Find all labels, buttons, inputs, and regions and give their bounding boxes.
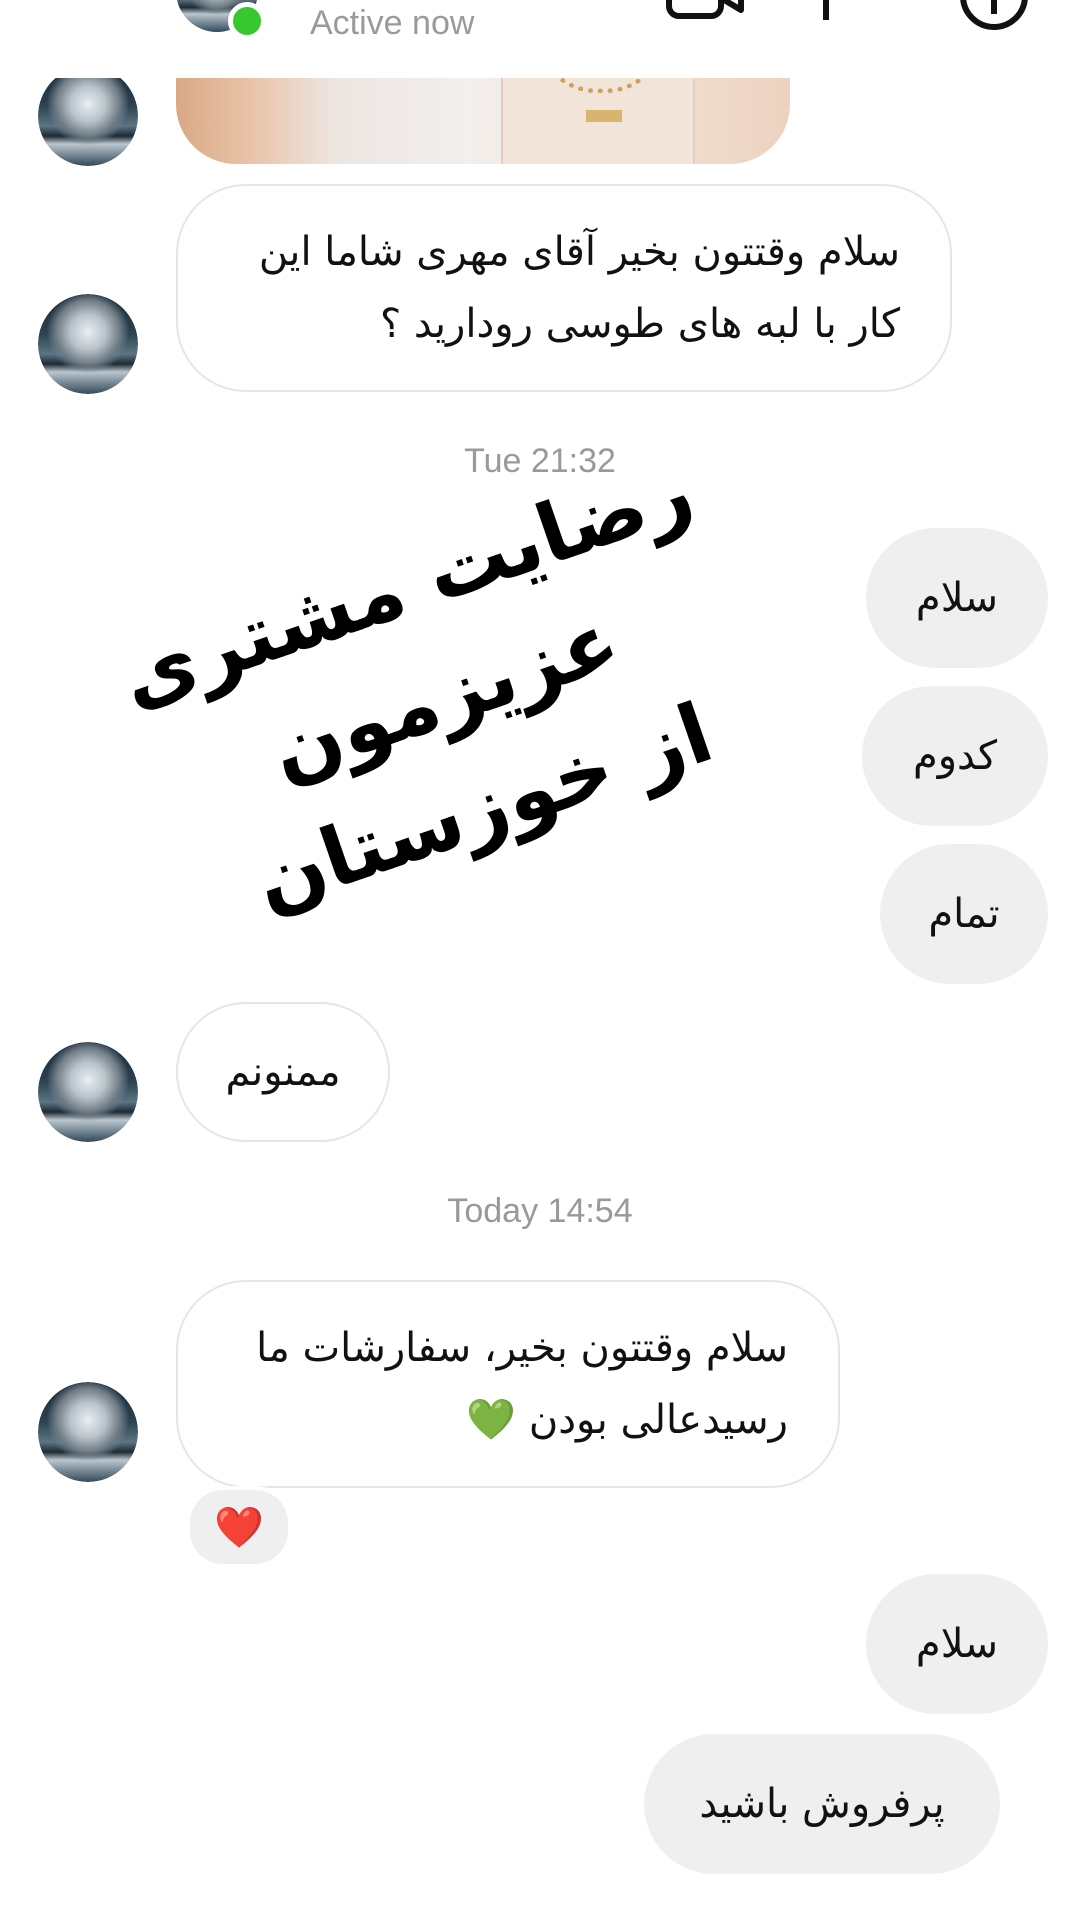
heart-icon: ❤️ [214,1504,264,1551]
back-arrow-icon[interactable] [30,0,120,20]
outgoing-message[interactable]: سلام [866,528,1048,668]
sender-avatar[interactable] [38,294,138,394]
avatar-image [38,1382,138,1482]
incoming-message[interactable]: سلام وقتتون بخیر آقای مهری شاما این کار … [176,184,952,392]
chat-header: Active now [0,0,1080,78]
timestamp: Tue 21:32 [464,442,616,480]
active-status: Active now [310,4,475,42]
contact-avatar[interactable] [176,0,266,40]
sender-avatar[interactable] [38,1382,138,1482]
sender-avatar[interactable] [38,66,138,166]
online-indicator [228,2,266,40]
video-call-icon[interactable] [665,0,745,24]
flag-icon[interactable] [820,0,880,24]
incoming-message[interactable]: سلام وقتتون بخیر، سفارشات ما رسیدعالی بو… [176,1280,840,1488]
info-icon[interactable] [958,0,1030,32]
outgoing-message[interactable]: تمام [880,844,1048,984]
outgoing-message[interactable]: کدوم [862,686,1048,826]
sender-avatar[interactable] [38,1042,138,1142]
overlay-caption: رضایت مشتری عزیزمون از خوزستان [0,395,895,1000]
outgoing-message[interactable]: پرفروش باشید [644,1734,1000,1874]
heart-reaction[interactable]: ❤️ [186,1486,292,1568]
avatar-image [38,294,138,394]
avatar-image [38,66,138,166]
incoming-message[interactable]: ممنونم [176,1002,390,1142]
timestamp: Today 14:54 [447,1192,633,1230]
avatar-image [38,1042,138,1142]
photo-detail [586,110,622,122]
outgoing-message[interactable]: سلام [866,1574,1048,1714]
